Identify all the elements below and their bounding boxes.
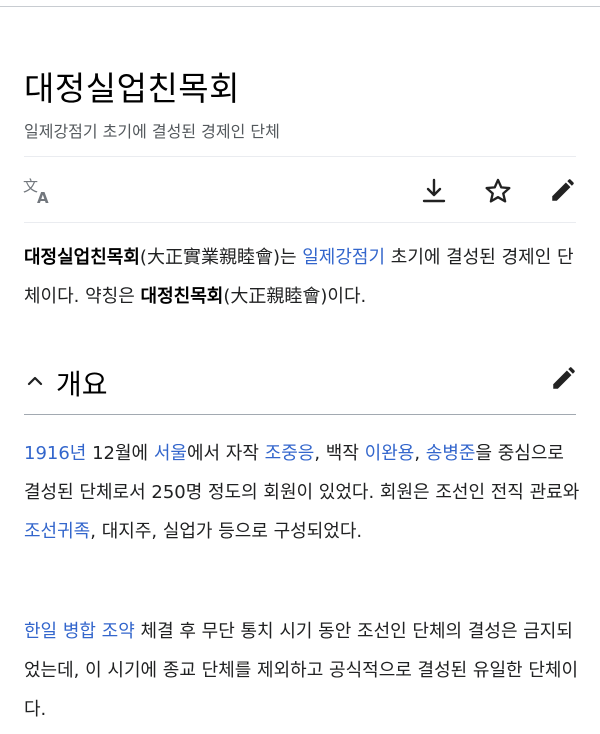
pencil-icon [549,178,575,204]
edit-page-button[interactable] [542,168,582,214]
text: , 대지주, 실업가 등으로 구성되었다. [90,521,363,542]
translate-icon: 文 A [22,177,54,205]
page-description: 일제강점기 초기에 결성된 경제인 단체 [24,122,280,141]
top-bar-edge [0,0,600,7]
pencil-icon [553,367,575,389]
download-button[interactable] [414,168,454,214]
section-edit-button[interactable] [550,366,576,396]
text: (大正實業親睦會)는 [139,247,303,268]
section-header-overview[interactable]: 개요 [24,360,580,406]
link-lee-wan-yong[interactable]: 이완용 [365,443,415,464]
page-actions-toolbar: 文 A [0,168,600,218]
divider [24,222,576,223]
lead-paragraph: 대정실업친목회(大正實業親睦會)는 일제강점기 초기에 결성된 경제인 단체이다… [24,238,580,316]
chevron-up-icon [24,370,56,396]
text: 에서 자작 [186,443,265,464]
link-japanese-occupation[interactable]: 일제강점기 [302,247,385,268]
language-button[interactable]: 文 A [18,168,58,214]
link-joseon-nobility[interactable]: 조선귀족 [24,521,90,542]
text: , [414,443,426,464]
section-divider [24,414,576,415]
link-1916[interactable]: 1916년 [24,443,86,464]
svg-text:文: 文 [23,177,38,195]
overview-paragraph-2: 한일 병합 조약 체결 후 무단 통치 시기 동안 조선인 단체의 결성은 금지… [24,612,580,729]
overview-paragraph-1: 1916년 12월에 서울에서 자작 조중응, 백작 이완용, 송병준을 중심으… [24,434,580,551]
section-title: 개요 [56,368,108,401]
watch-button[interactable] [478,168,518,214]
divider [24,156,576,157]
download-icon [421,178,447,204]
link-jo-jung-eung[interactable]: 조중응 [265,443,315,464]
star-icon [484,177,512,205]
svg-text:A: A [37,189,49,205]
text: (大正親睦會)이다. [223,286,367,307]
page-title: 대정실업친목회 [24,69,241,108]
link-seoul[interactable]: 서울 [154,443,187,464]
link-annexation-treaty[interactable]: 한일 병합 조약 [24,621,135,642]
bold-term: 대정실업친목회 [24,247,140,268]
text: 12월에 [86,443,154,464]
bold-term: 대정친목회 [140,286,224,307]
link-song-byeong-jun[interactable]: 송병준 [426,443,476,464]
text: , 백작 [314,443,365,464]
